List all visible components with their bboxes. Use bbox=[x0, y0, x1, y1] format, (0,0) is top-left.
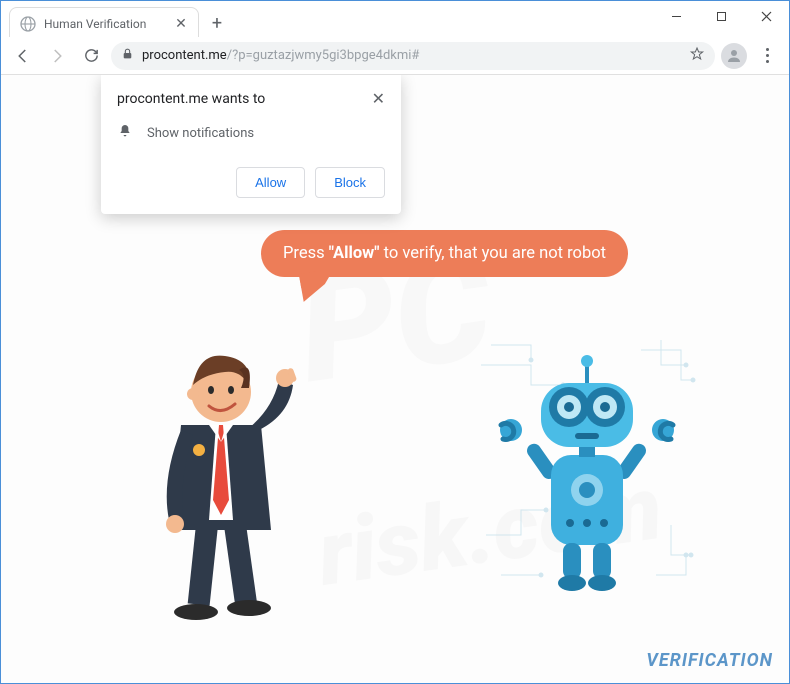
browser-window: Human Verification ✕ + bbox=[0, 0, 790, 684]
browser-toolbar: procontent.me/?p=guztazjwmy5gi3bpge4dkmi… bbox=[1, 37, 789, 75]
window-close-button[interactable] bbox=[744, 1, 789, 31]
robot-illustration bbox=[471, 335, 701, 615]
lock-icon bbox=[121, 47, 134, 64]
bell-icon bbox=[117, 123, 133, 143]
block-button[interactable]: Block bbox=[315, 167, 385, 198]
allow-button[interactable]: Allow bbox=[236, 167, 305, 198]
window-minimize-button[interactable] bbox=[654, 1, 699, 31]
reload-button[interactable] bbox=[77, 42, 105, 70]
businessman-illustration bbox=[121, 330, 321, 630]
tab-close-icon[interactable]: ✕ bbox=[174, 17, 188, 31]
browser-menu-button[interactable] bbox=[753, 48, 781, 63]
tab-title: Human Verification bbox=[44, 17, 166, 31]
tab-strip: Human Verification ✕ + bbox=[1, 1, 789, 37]
new-tab-button[interactable]: + bbox=[203, 9, 231, 37]
address-text: procontent.me/?p=guztazjwmy5gi3bpge4dkmi… bbox=[142, 48, 681, 63]
tab-favicon-icon bbox=[20, 16, 36, 32]
window-maximize-button[interactable] bbox=[699, 1, 744, 31]
address-bar[interactable]: procontent.me/?p=guztazjwmy5gi3bpge4dkmi… bbox=[111, 42, 715, 70]
profile-avatar[interactable] bbox=[721, 43, 747, 69]
permission-close-icon[interactable]: ✕ bbox=[372, 91, 385, 107]
bookmark-star-icon[interactable] bbox=[689, 46, 705, 66]
permission-item: Show notifications bbox=[147, 126, 254, 141]
window-controls bbox=[654, 1, 789, 37]
speech-bubble: Press "Allow" to verify, that you are no… bbox=[261, 230, 628, 277]
forward-button[interactable] bbox=[43, 42, 71, 70]
back-button[interactable] bbox=[9, 42, 37, 70]
permission-title: procontent.me wants to bbox=[117, 91, 265, 107]
verification-footer-label: VERIFICATION bbox=[646, 650, 773, 671]
browser-tab[interactable]: Human Verification ✕ bbox=[9, 7, 199, 39]
page-content: PC risk.com procontent.me wants to ✕ Sho… bbox=[1, 75, 789, 683]
notification-permission-dialog: procontent.me wants to ✕ Show notificati… bbox=[101, 75, 401, 214]
